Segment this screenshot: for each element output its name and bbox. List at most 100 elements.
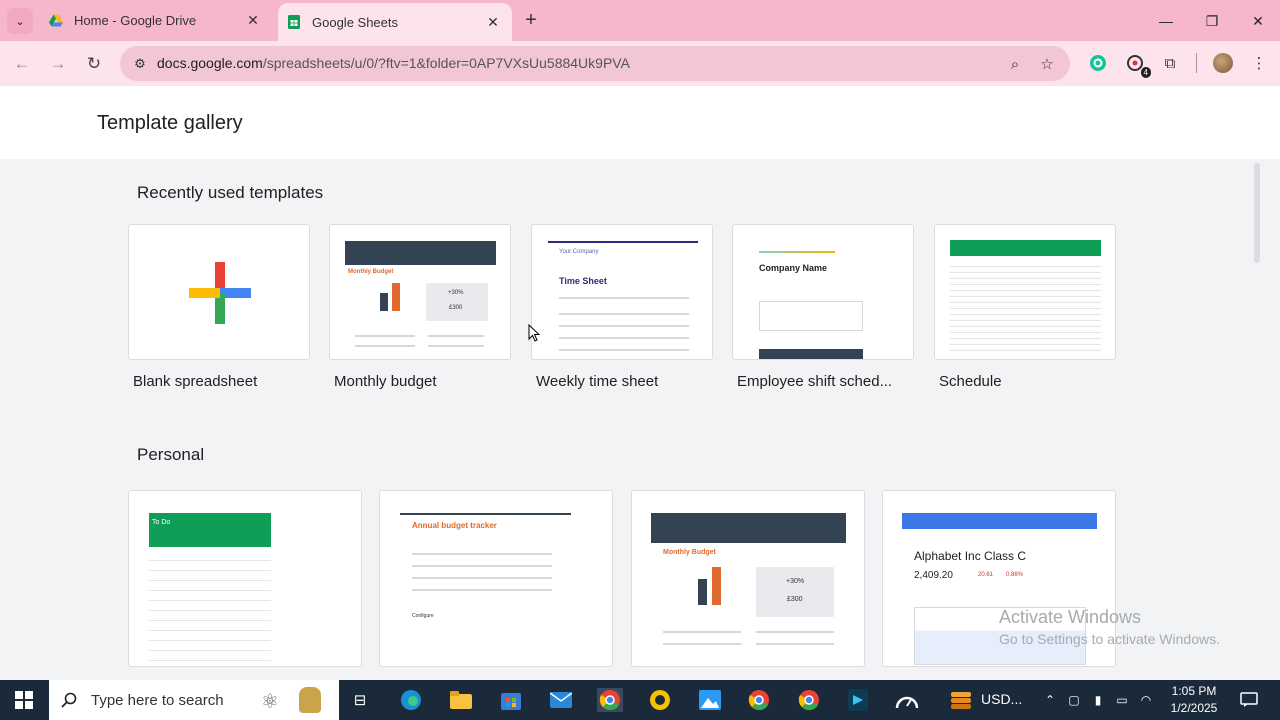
chrome-active-icon[interactable] <box>597 688 623 712</box>
thumb-line <box>355 335 415 337</box>
atom-icon: ⚛ <box>261 691 279 713</box>
chrome-icon[interactable] <box>796 688 822 712</box>
template-to-do[interactable]: To Do <box>128 490 362 667</box>
reload-icon[interactable]: ↻ <box>80 50 108 78</box>
battery-icon[interactable]: ▭ <box>1109 688 1135 712</box>
minimize-icon[interactable]: — <box>1146 8 1186 34</box>
bookmark-star-icon[interactable]: ☆ <box>1036 53 1058 75</box>
edge-browser-icon[interactable] <box>398 688 424 712</box>
thumb-title: Alphabet Inc Class C <box>914 549 1027 563</box>
activate-windows-watermark: Activate Windows Go to Settings to activ… <box>999 607 1220 647</box>
thumb-amount: £300 <box>787 596 803 603</box>
microphone-icon[interactable]: ▮ <box>1085 688 1111 712</box>
template-weekly-time-sheet[interactable]: Your Company Time Sheet <box>531 224 713 360</box>
wifi-icon[interactable]: ◠ <box>1133 688 1159 712</box>
url-text[interactable]: docs.google.com/spreadsheets/u/0/?ftv=1&… <box>157 55 630 71</box>
template-monthly-budget[interactable]: Monthly Budget +30% £300 <box>329 224 511 360</box>
watermark-line1: Activate Windows <box>999 607 1142 627</box>
puzzle-extensions-icon[interactable]: ⧉ <box>1158 51 1182 75</box>
template-gallery: Recently used templates Blank spreadshee… <box>0 159 1280 680</box>
section-title-personal: Personal <box>137 445 205 464</box>
clock-time: 1:05 PM <box>1171 684 1217 698</box>
tab-google-drive[interactable]: Home - Google Drive ✕ <box>40 0 272 41</box>
taskbar-clock[interactable]: 1:05 PM 1/2/2025 <box>1162 683 1226 717</box>
site-settings-icon[interactable]: ⚙ <box>130 54 150 74</box>
thumb-amount: £300 <box>449 305 463 311</box>
more-menu-icon[interactable]: ⋮ <box>1247 51 1271 75</box>
close-icon[interactable]: ✕ <box>482 11 504 33</box>
thumb-title: Monthly Budget <box>663 549 716 556</box>
mouse-cursor-icon <box>528 324 540 342</box>
template-blank-spreadsheet[interactable] <box>128 224 310 360</box>
chrome-profile-icon[interactable] <box>746 688 772 712</box>
watermark-line2: Go to Settings to activate Windows. <box>999 631 1220 647</box>
thumb-line <box>559 297 689 299</box>
section-title-recent: Recently used templates <box>137 183 324 202</box>
profile-avatar[interactable] <box>1213 53 1233 73</box>
forward-arrow-icon[interactable]: → <box>44 50 72 78</box>
thumb-header <box>759 349 863 359</box>
thumb-change: 20.61 <box>978 572 994 578</box>
extension-icon[interactable]: 4 <box>1123 51 1151 78</box>
file-explorer-icon[interactable] <box>448 688 474 712</box>
search-icon <box>61 692 77 708</box>
url-host: docs.google.com <box>157 55 263 71</box>
template-annual-budget-tracker[interactable]: Annual budget tracker Configure <box>379 490 613 667</box>
thumb-table <box>759 301 863 331</box>
taskbar-search-box[interactable]: Type here to search ⚛ <box>49 680 339 720</box>
thumb-line <box>559 313 689 315</box>
url-path: /spreadsheets/u/0/?ftv=1&folder=0AP7VXsU… <box>262 55 630 71</box>
photos-icon[interactable] <box>697 688 723 712</box>
thumb-line <box>756 643 834 645</box>
browser-toolbar: ← → ↻ ⚙ docs.google.com/spreadsheets/u/0… <box>0 41 1280 86</box>
bar <box>698 579 707 605</box>
widget-figure-icon <box>299 687 321 713</box>
thumb-title: Annual budget tracker <box>412 521 497 530</box>
thumb-subtitle: Configure <box>412 613 434 619</box>
new-tab-plus-icon[interactable]: + <box>519 9 543 33</box>
thumb-header <box>902 513 1097 529</box>
microsoft-store-icon[interactable] <box>498 688 524 712</box>
plus-icon <box>189 262 251 324</box>
template-monthly-budget-personal[interactable]: Monthly Budget +30% £300 <box>631 490 865 667</box>
template-employee-shift-schedule[interactable]: Company Name <box>732 224 914 360</box>
window-close-icon[interactable]: ✕ <box>1238 8 1278 34</box>
thumb-line <box>412 553 552 555</box>
thumb-header <box>651 513 846 543</box>
zoom-icon[interactable]: ⌕ <box>1004 53 1026 75</box>
chevron-up-icon[interactable]: ⌃ <box>1037 688 1063 712</box>
speedometer-icon[interactable] <box>894 688 920 712</box>
scrollbar[interactable] <box>1254 163 1260 263</box>
grammar-extension-icon[interactable] <box>1086 51 1110 75</box>
page-header: Template gallery <box>0 86 1280 159</box>
bar <box>392 283 400 311</box>
bar <box>380 293 388 311</box>
windows-taskbar: Type here to search ⚛ ⊟ USD... ⌃ ▢ ▮ ▭ ◠ <box>0 680 1280 720</box>
back-arrow-icon[interactable]: ← <box>8 50 36 78</box>
template-label[interactable]: Monthly budget <box>334 373 437 390</box>
thumb-price: 2,409.20 <box>914 570 953 581</box>
tab-google-sheets[interactable]: Google Sheets ✕ <box>278 3 512 41</box>
template-schedule[interactable] <box>934 224 1116 360</box>
currency-widget-icon[interactable] <box>948 688 974 712</box>
notification-icon[interactable] <box>1236 688 1262 712</box>
close-icon[interactable]: ✕ <box>242 10 264 32</box>
template-label[interactable]: Blank spreadsheet <box>133 373 257 390</box>
tray-device-icon[interactable]: ▢ <box>1061 688 1087 712</box>
download-app-icon[interactable] <box>845 688 871 712</box>
tab-search-chevron-icon[interactable]: ⌄ <box>7 8 33 34</box>
thumb-header: To Do <box>149 513 271 547</box>
windows-start-icon[interactable] <box>11 688 37 712</box>
restore-icon[interactable]: ❐ <box>1192 8 1232 34</box>
thumb-title: Time Sheet <box>559 276 607 286</box>
template-label[interactable]: Schedule <box>939 373 1002 390</box>
thumb-rule <box>548 241 698 243</box>
currency-widget-label[interactable]: USD... <box>981 691 1022 707</box>
norton-icon[interactable] <box>647 688 673 712</box>
thumb-line <box>412 577 552 579</box>
address-bar[interactable]: ⚙ docs.google.com/spreadsheets/u/0/?ftv=… <box>120 46 1070 81</box>
mail-icon[interactable] <box>548 688 574 712</box>
template-label[interactable]: Weekly time sheet <box>536 373 658 390</box>
template-label[interactable]: Employee shift sched... <box>737 373 892 390</box>
task-view-icon[interactable]: ⊟ <box>347 688 373 712</box>
